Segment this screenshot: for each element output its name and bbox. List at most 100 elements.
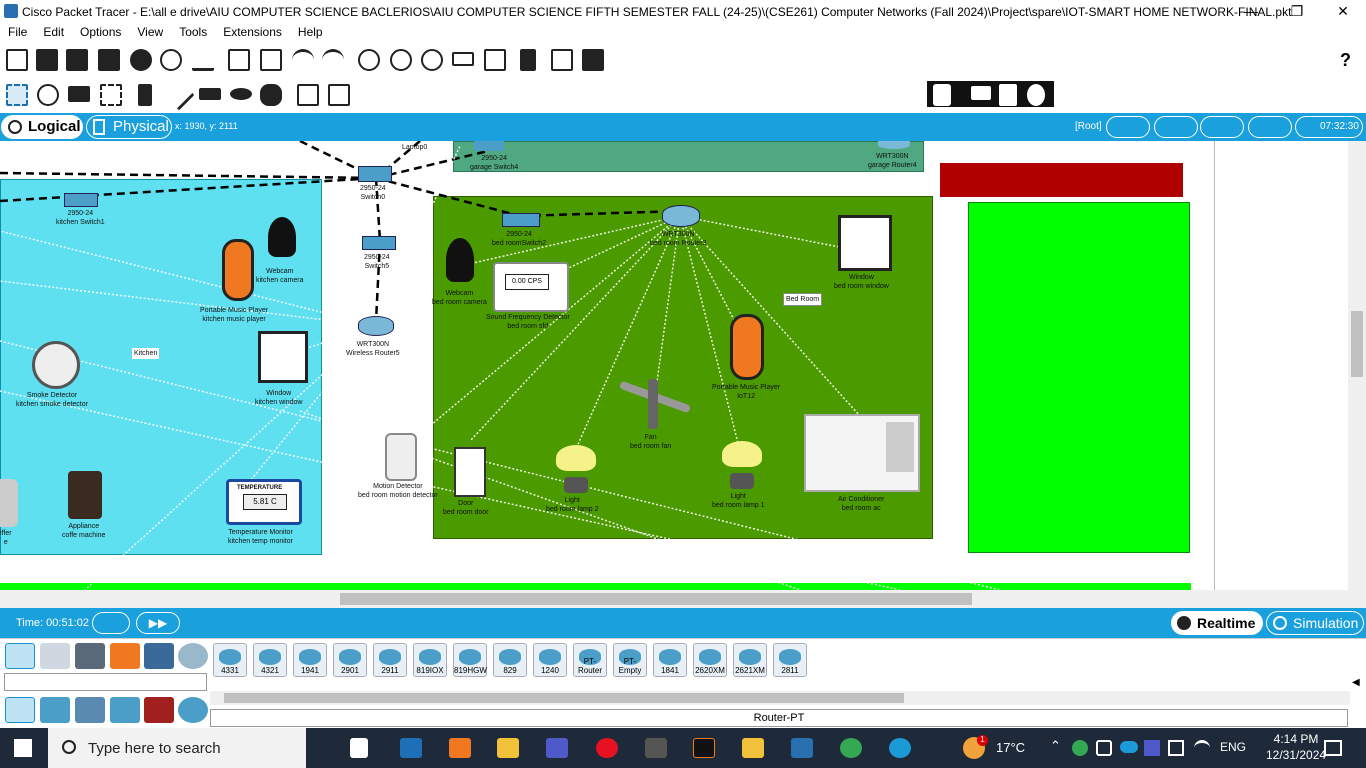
- copy-icon[interactable]: [228, 49, 250, 71]
- model-4321[interactable]: 4321: [253, 643, 287, 677]
- gear-icon[interactable]: [1027, 84, 1045, 106]
- menu-tools[interactable]: Tools: [171, 24, 215, 40]
- taskbar-search[interactable]: Type here to search: [48, 728, 306, 768]
- inspect-icon[interactable]: [37, 84, 59, 106]
- draw-rectangle-icon[interactable]: [199, 88, 221, 100]
- edge-icon[interactable]: [889, 738, 911, 758]
- camera-icon[interactable]: [933, 84, 951, 106]
- simulation-tab[interactable]: Simulation: [1266, 611, 1364, 635]
- windows-start-icon[interactable]: [14, 739, 32, 757]
- zoom-in-icon[interactable]: [358, 49, 380, 71]
- door-icon[interactable]: [454, 447, 486, 497]
- notes-icon[interactable]: [520, 49, 536, 71]
- switch5-icon[interactable]: [362, 236, 396, 250]
- menu-options[interactable]: Options: [72, 24, 129, 40]
- model-1841[interactable]: 1841: [653, 643, 687, 677]
- vertical-scroll-thumb[interactable]: [1351, 311, 1363, 377]
- routers-subcategory[interactable]: [5, 697, 35, 723]
- drawing-palette-icon[interactable]: [452, 52, 474, 66]
- image-icon[interactable]: [582, 49, 604, 71]
- end-devices-category[interactable]: [40, 643, 70, 669]
- switch0-icon[interactable]: [358, 166, 392, 182]
- new-file-icon[interactable]: [6, 49, 28, 71]
- model-pt-router[interactable]: PT-Router: [573, 643, 607, 677]
- kitchen-window-icon[interactable]: [258, 331, 308, 383]
- physical-tab[interactable]: Physical: [86, 115, 172, 139]
- coffee-machine-icon[interactable]: [68, 471, 102, 519]
- air-conditioner-icon[interactable]: [804, 414, 920, 492]
- restore-button[interactable]: ❐: [1274, 0, 1320, 24]
- new-cluster-button[interactable]: [1154, 116, 1198, 138]
- back-button[interactable]: [1106, 116, 1150, 138]
- multiuser-category[interactable]: [178, 643, 208, 669]
- packet-tracer-taskbar-icon[interactable]: [791, 738, 813, 758]
- model-2811[interactable]: 2811: [773, 643, 807, 677]
- app-puzzle-icon[interactable]: [742, 738, 764, 758]
- wan-emulation-subcategory[interactable]: [178, 697, 208, 723]
- model-2621xm[interactable]: 2621XM: [733, 643, 767, 677]
- close-button[interactable]: ✕: [1320, 0, 1366, 24]
- freeform-icon[interactable]: [260, 84, 282, 106]
- model-2901[interactable]: 2901: [333, 643, 367, 677]
- model-pt-empty[interactable]: PT-Empty: [613, 643, 647, 677]
- model-829[interactable]: 829: [493, 643, 527, 677]
- logical-tab[interactable]: Logical: [1, 115, 83, 139]
- kitchen-webcam-icon[interactable]: [268, 217, 296, 257]
- fast-forward-icon[interactable]: ▶▶: [136, 612, 180, 634]
- zoom-reset-icon[interactable]: [390, 49, 412, 71]
- lamp1-icon[interactable]: [722, 441, 762, 491]
- garage-router-icon[interactable]: [878, 141, 910, 149]
- custom-devices-icon[interactable]: [484, 49, 506, 71]
- fridge-icon[interactable]: [0, 479, 18, 527]
- save-icon[interactable]: [66, 49, 88, 71]
- print-icon[interactable]: [98, 49, 120, 71]
- recorder-icon[interactable]: [596, 738, 618, 758]
- security-subcategory[interactable]: [144, 697, 174, 723]
- tray-device-icon[interactable]: [1168, 740, 1184, 756]
- task-view-icon[interactable]: [350, 738, 368, 758]
- bedroom-router-icon[interactable]: [662, 205, 700, 227]
- redo-icon[interactable]: [322, 49, 344, 71]
- horizontal-scrollbar[interactable]: [0, 590, 1366, 608]
- chrome-icon[interactable]: [840, 738, 862, 758]
- tray-teams-icon[interactable]: [1144, 740, 1160, 756]
- add-simple-pdu-icon[interactable]: [297, 84, 319, 106]
- temperature-monitor-icon[interactable]: TEMPERATURE 5.81 C: [226, 479, 302, 525]
- root-breadcrumb[interactable]: [Root]: [1075, 121, 1102, 132]
- onedrive-icon[interactable]: [1120, 741, 1138, 753]
- add-complex-pdu-icon[interactable]: [328, 84, 350, 106]
- help-button[interactable]: ?: [1340, 50, 1351, 71]
- bedroom-music-player-icon[interactable]: [730, 314, 764, 380]
- undo-icon[interactable]: [292, 49, 314, 71]
- kitchen-switch-icon[interactable]: [64, 193, 98, 207]
- move-object-button[interactable]: [1200, 116, 1244, 138]
- models-scroll-thumb[interactable]: [224, 693, 904, 703]
- model-2620xm[interactable]: 2620XM: [693, 643, 727, 677]
- snipping-tool-icon[interactable]: [400, 738, 422, 758]
- misc-category[interactable]: [144, 643, 174, 669]
- language-indicator[interactable]: ENG: [1220, 740, 1246, 754]
- viewport-clock[interactable]: 07:32:30: [1295, 116, 1363, 138]
- file-explorer-icon[interactable]: [497, 738, 519, 758]
- paste-icon[interactable]: [260, 49, 282, 71]
- device-search-box[interactable]: [4, 673, 207, 691]
- models-scrollbar[interactable]: [210, 691, 1350, 705]
- lamp2-icon[interactable]: [556, 445, 596, 495]
- activity-wizard-icon[interactable]: [160, 49, 182, 71]
- intellij-icon[interactable]: [693, 738, 715, 758]
- realtime-tab[interactable]: Realtime: [1171, 611, 1263, 635]
- delete-icon[interactable]: [68, 86, 90, 102]
- volume-icon[interactable]: [1096, 740, 1112, 756]
- bedroom-window-icon[interactable]: [838, 215, 892, 271]
- model-819iox[interactable]: 819IOX: [413, 643, 447, 677]
- menu-edit[interactable]: Edit: [35, 24, 72, 40]
- menu-extensions[interactable]: Extensions: [215, 24, 290, 40]
- model-819hgw[interactable]: 819HGW: [453, 643, 487, 677]
- garage-switch-icon[interactable]: [474, 141, 504, 151]
- viewport-icon[interactable]: [551, 49, 573, 71]
- wireless-subcategory[interactable]: [110, 697, 140, 723]
- calculator-icon[interactable]: [645, 738, 667, 758]
- panel-collapse-icon[interactable]: ◀: [1352, 677, 1360, 688]
- horizontal-scroll-thumb[interactable]: [340, 593, 972, 605]
- network-info-icon[interactable]: [192, 49, 214, 71]
